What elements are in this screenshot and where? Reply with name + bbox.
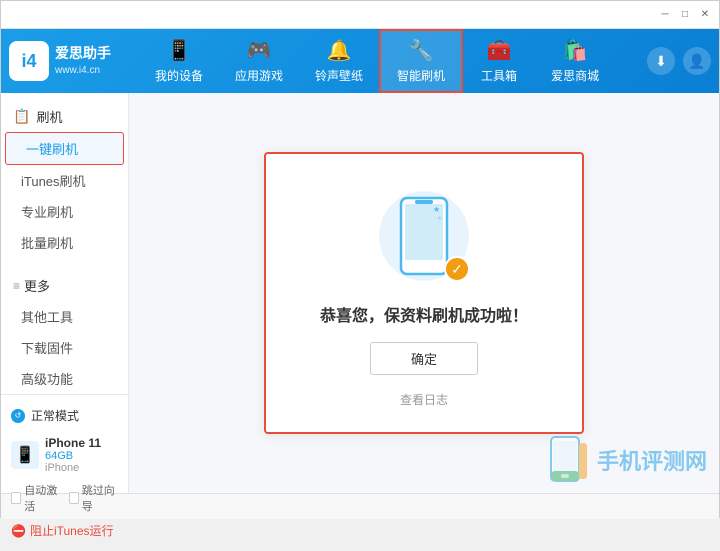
tab-apps-games-label: 应用游戏 [235, 67, 283, 84]
mode-label: 正常模式 [31, 407, 79, 424]
tab-toolbox-label: 工具箱 [481, 67, 517, 84]
success-check-badge: ✓ [444, 256, 470, 282]
skip-guide-checkbox[interactable]: 跳过向导 [69, 482, 119, 514]
content-area: ★ ★ ✓ 恭喜您，保资料刷机成功啦！ 确定 查看日志 手机评测网 [129, 93, 719, 493]
success-illustration: ★ ★ ✓ [374, 186, 474, 286]
watermark-phone-icon [549, 435, 589, 485]
auto-activate-label: 自动激活 [24, 482, 60, 514]
device-name: iPhone 11 [45, 436, 101, 450]
skip-guide-label: 跳过向导 [82, 482, 118, 514]
view-history-link[interactable]: 查看日志 [400, 391, 448, 408]
close-button[interactable]: ✕ [697, 7, 713, 23]
sidebar-item-pro-flash[interactable]: 专业刷机 [1, 196, 128, 227]
more-section-label: 更多 [24, 276, 50, 295]
tab-my-device[interactable]: 📱 我的设备 [139, 29, 219, 93]
title-bar-controls: ─ □ ✕ [657, 7, 713, 23]
tab-smart-flash[interactable]: 🔧 智能刷机 [379, 29, 463, 93]
tab-toolbox-icon: 🧰 [487, 38, 512, 63]
flash-section-label: 刷机 [36, 107, 62, 126]
device-model: iPhone [45, 462, 101, 474]
auto-activate-checkbox[interactable]: 自动激活 [11, 482, 61, 514]
tab-store[interactable]: 🛍️ 爱思商城 [535, 29, 615, 93]
itunes-stop-label: 阻止iTunes运行 [30, 522, 114, 539]
tab-store-label: 爱思商城 [551, 67, 599, 84]
tab-my-device-label: 我的设备 [155, 67, 203, 84]
tab-apps-games-icon: 🎮 [247, 38, 272, 63]
nav-tabs: 📱 我的设备 🎮 应用游戏 🔔 铃声壁纸 🔧 智能刷机 🧰 工具箱 🛍️ 爱思商… [139, 29, 647, 93]
sidebar-item-other-tools[interactable]: 其他工具 [1, 301, 128, 332]
maximize-button[interactable]: □ [677, 7, 693, 23]
mode-dot-icon: ↺ [11, 409, 25, 423]
success-message: 恭喜您，保资料刷机成功啦！ [320, 302, 528, 326]
skip-guide-box [69, 492, 79, 504]
main-layout: 📋 刷机 一键刷机 iTunes刷机 专业刷机 批量刷机 ≡ 更多 其他工具 下… [1, 93, 719, 493]
brand-name: 爱思助手 [55, 44, 111, 64]
sidebar-item-advanced[interactable]: 高级功能 [1, 363, 128, 394]
watermark: 手机评测网 [549, 435, 707, 485]
user-icon-btn[interactable]: 👤 [683, 47, 711, 75]
tab-my-device-icon: 📱 [167, 38, 192, 63]
more-section-icon: ≡ [13, 279, 20, 293]
mode-indicator: ↺ 正常模式 [11, 403, 118, 428]
sidebar: 📋 刷机 一键刷机 iTunes刷机 专业刷机 批量刷机 ≡ 更多 其他工具 下… [1, 93, 129, 493]
sidebar-item-one-click-flash[interactable]: 一键刷机 [5, 132, 124, 165]
tab-toolbox[interactable]: 🧰 工具箱 [463, 29, 535, 93]
success-dialog: ★ ★ ✓ 恭喜您，保资料刷机成功啦！ 确定 查看日志 [264, 152, 584, 434]
minimize-button[interactable]: ─ [657, 7, 673, 23]
sidebar-item-download-fw[interactable]: 下载固件 [1, 332, 128, 363]
svg-text:★: ★ [433, 205, 440, 214]
svg-text:★: ★ [437, 215, 442, 222]
logo-text: 爱思助手 www.i4.cn [55, 44, 111, 78]
brand-url: www.i4.cn [55, 64, 111, 78]
flash-section-icon: 📋 [13, 108, 30, 125]
sidebar-section-flash: 📋 刷机 [1, 101, 128, 132]
phone-svg-icon: ★ ★ [397, 196, 451, 276]
device-info: 📱 iPhone 11 64GB iPhone [11, 432, 118, 478]
logo-area: i4 爱思助手 www.i4.cn [9, 41, 139, 81]
auto-activate-box [11, 492, 21, 504]
sidebar-checkboxes: 自动激活 跳过向导 [11, 478, 118, 518]
tab-ringtones-label: 铃声壁纸 [315, 67, 363, 84]
device-phone-icon: 📱 [11, 441, 39, 469]
sidebar-bottom: ↺ 正常模式 📱 iPhone 11 64GB iPhone 自动激活 跳过 [1, 394, 128, 551]
tab-ringtones-icon: 🔔 [327, 38, 352, 63]
device-storage: 64GB [45, 450, 101, 462]
logo-icon: i4 [9, 41, 49, 81]
itunes-stop-icon: ⛔ [11, 524, 26, 538]
title-bar: ─ □ ✕ [1, 1, 719, 29]
download-icon-btn[interactable]: ⬇ [647, 47, 675, 75]
header-right: ⬇ 👤 [647, 47, 711, 75]
itunes-stop-button[interactable]: ⛔ 阻止iTunes运行 [11, 518, 118, 543]
header: i4 爱思助手 www.i4.cn 📱 我的设备 🎮 应用游戏 🔔 铃声壁纸 🔧… [1, 29, 719, 93]
device-text: iPhone 11 64GB iPhone [45, 436, 101, 474]
watermark-text: 手机评测网 [597, 444, 707, 476]
tab-store-icon: 🛍️ [563, 38, 588, 63]
tab-ringtones[interactable]: 🔔 铃声壁纸 [299, 29, 379, 93]
tab-smart-flash-icon: 🔧 [409, 38, 434, 63]
sidebar-item-itunes-flash[interactable]: iTunes刷机 [1, 165, 128, 196]
tab-smart-flash-label: 智能刷机 [397, 67, 445, 84]
confirm-button[interactable]: 确定 [370, 342, 478, 375]
sidebar-section-more: ≡ 更多 [1, 270, 128, 301]
sidebar-item-batch-flash[interactable]: 批量刷机 [1, 227, 128, 258]
tab-apps-games[interactable]: 🎮 应用游戏 [219, 29, 299, 93]
